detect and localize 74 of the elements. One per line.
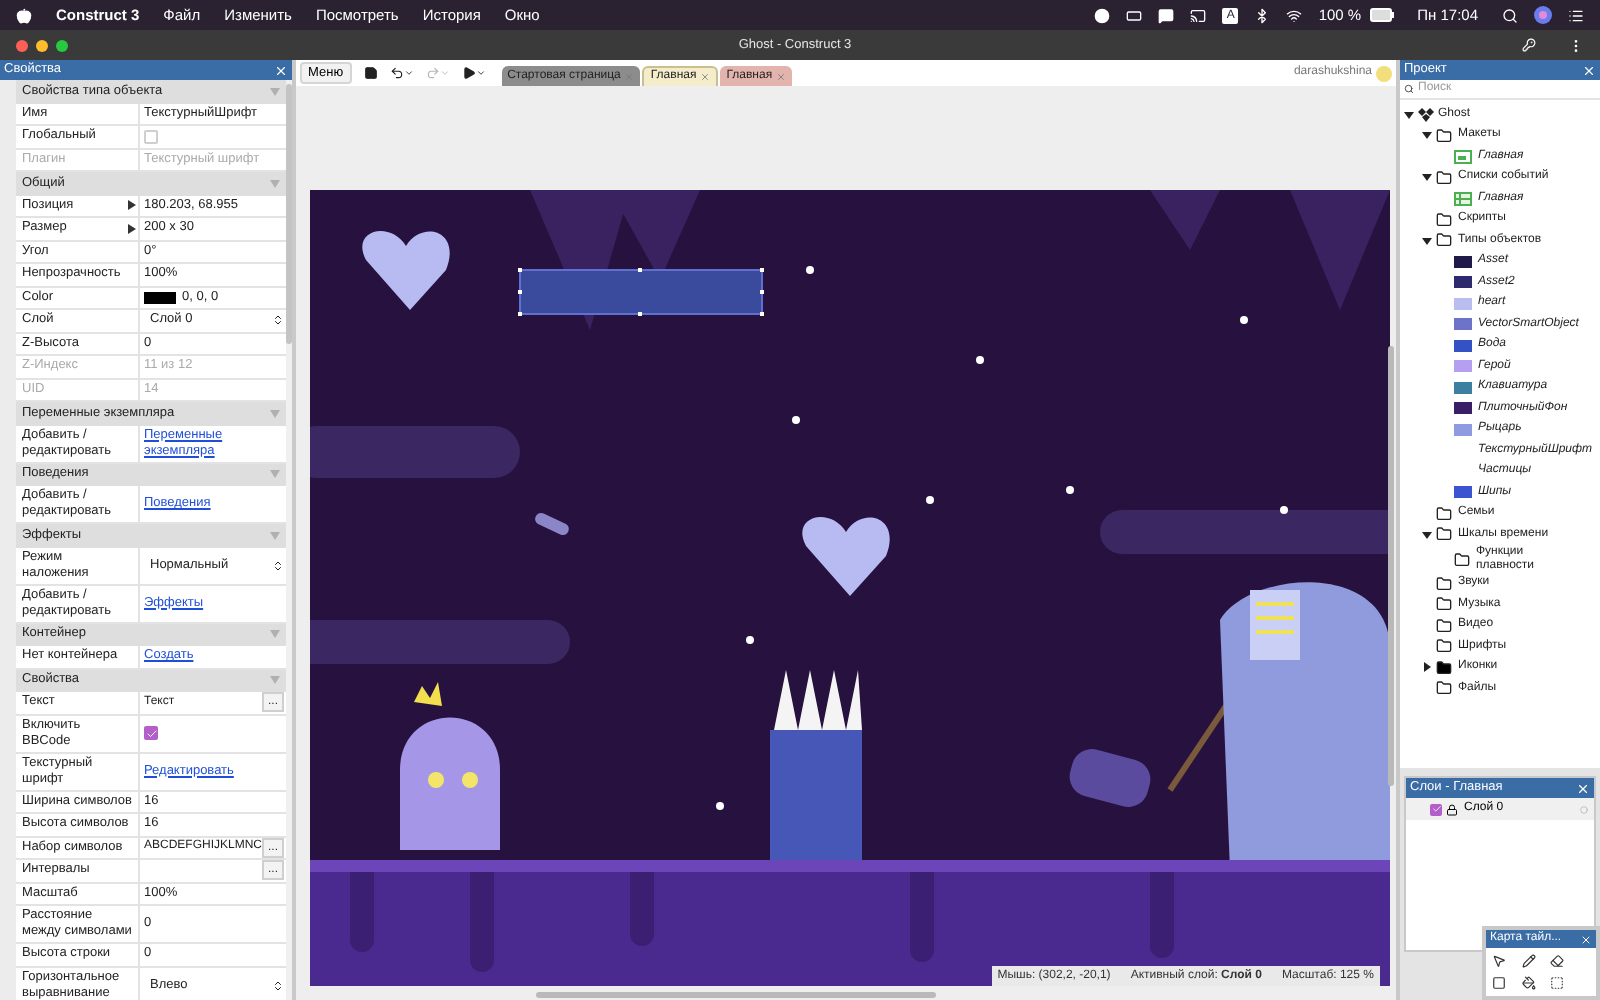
wifi-icon[interactable] [1286, 7, 1303, 23]
pencil-icon[interactable] [1521, 954, 1536, 968]
expand-arrow-icon[interactable] [1404, 109, 1414, 120]
rectangle-icon[interactable] [1492, 976, 1506, 990]
zoom-window-button[interactable] [56, 39, 68, 51]
checkbox[interactable] [144, 129, 158, 144]
close-window-button[interactable] [16, 39, 28, 51]
folder-icon[interactable] [1436, 596, 1452, 613]
horizontal-scrollbar[interactable] [536, 992, 936, 998]
expand-arrow-icon[interactable] [1422, 662, 1432, 673]
folder-icon[interactable] [1436, 680, 1452, 697]
folder-icon[interactable] [1436, 659, 1452, 676]
star-dot [792, 416, 800, 424]
selection-icon[interactable] [1550, 976, 1565, 990]
star-dot [746, 636, 754, 644]
color-swatch[interactable] [144, 291, 176, 304]
caret-icon [403, 68, 414, 78]
search-icon[interactable] [1502, 7, 1518, 23]
checkbox[interactable] [144, 726, 158, 740]
layout-icon [1454, 149, 1472, 164]
status-icon[interactable] [1094, 7, 1111, 23]
minimize-window-button[interactable] [36, 39, 48, 51]
box-icon [1418, 107, 1434, 122]
battery-icon[interactable] [1369, 8, 1394, 22]
folder-icon[interactable] [1436, 617, 1452, 634]
grid-icon [1454, 191, 1472, 206]
star-dot [1066, 486, 1074, 494]
heart [362, 231, 450, 310]
save-button[interactable] [363, 66, 378, 80]
folder-icon[interactable] [1436, 638, 1452, 655]
play-button[interactable] [461, 66, 486, 80]
eraser-icon[interactable] [1550, 954, 1565, 968]
crown [414, 682, 442, 706]
folder-icon[interactable] [1454, 551, 1470, 567]
expand-arrow-icon[interactable] [1422, 130, 1432, 141]
display-icon[interactable] [1126, 7, 1143, 23]
ghost [400, 717, 500, 850]
apple-icon[interactable] [16, 7, 32, 23]
expand-arrow-icon[interactable] [128, 200, 136, 211]
star-dot [716, 802, 724, 810]
siri-icon[interactable] [1534, 6, 1552, 24]
key-icon[interactable] [1522, 38, 1536, 52]
star-dot [976, 356, 984, 364]
folder-icon[interactable] [1436, 169, 1452, 186]
search-icon [1404, 84, 1414, 94]
circle-icon [1580, 805, 1588, 813]
avatar [1376, 65, 1392, 81]
airplay-icon[interactable] [1190, 7, 1207, 23]
folder-icon[interactable] [1436, 526, 1452, 543]
message-icon[interactable] [1158, 7, 1175, 23]
folder-icon[interactable] [1436, 232, 1452, 249]
expand-arrow-icon[interactable] [1422, 235, 1432, 246]
folder-icon[interactable] [1436, 211, 1452, 228]
bluetooth-icon[interactable] [1254, 7, 1271, 23]
expand-arrow-icon[interactable] [128, 223, 136, 234]
vertical-scrollbar[interactable] [1388, 346, 1394, 786]
caret-icon [439, 68, 450, 78]
heart [802, 517, 890, 596]
star-dot [1280, 506, 1288, 514]
star-dot [926, 496, 934, 504]
folder-icon[interactable] [1436, 505, 1452, 522]
caret-icon [475, 68, 486, 78]
expand-arrow-icon[interactable] [1422, 529, 1432, 540]
pointer-icon[interactable] [1492, 954, 1506, 968]
undo-button[interactable] [389, 66, 414, 80]
folder-icon[interactable] [1436, 575, 1452, 592]
star-dot [1240, 316, 1248, 324]
list-icon[interactable] [1568, 7, 1584, 23]
lock-icon[interactable] [1446, 803, 1458, 815]
star-dot [806, 266, 814, 274]
fill-icon[interactable] [1521, 976, 1536, 990]
folder-icon[interactable] [1436, 127, 1452, 144]
selection-box[interactable] [518, 268, 764, 316]
expand-arrow-icon[interactable] [1422, 172, 1432, 183]
